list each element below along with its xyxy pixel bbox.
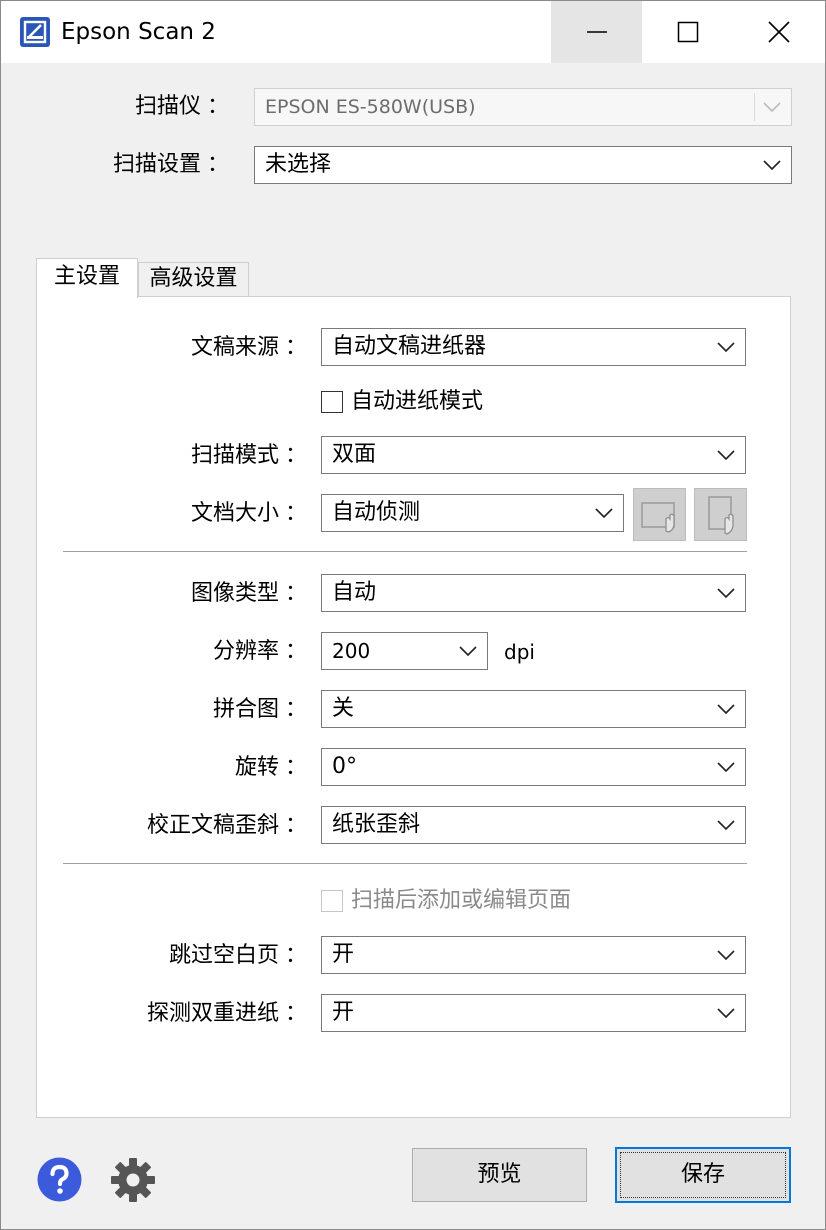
resolution-unit: dpi [504,640,535,664]
scan-mode-select[interactable]: 双面 [321,436,746,474]
scan-settings-value: 未选择 [265,152,332,177]
stitch-select[interactable]: 关 [321,690,746,728]
chevron-down-icon [459,646,477,657]
title-bar[interactable]: Epson Scan 2 [1,1,825,63]
scanner-label: 扫描仪： [134,94,229,119]
rotate-select[interactable]: 0° [321,748,746,786]
auto-feed-mode-checkbox[interactable]: 自动进纸模式 [321,387,483,417]
landscape-page-hand-icon [640,501,675,533]
image-type-value: 自动 [332,580,377,605]
chevron-down-icon [717,450,735,461]
chevron-down-icon [717,588,735,599]
auto-feed-mode-label: 自动进纸模式 [351,389,484,414]
rotate-label: 旋转： [234,755,307,780]
skip-blank-select[interactable]: 开 [321,936,746,974]
chevron-down-icon [717,342,735,353]
dropdown-separator [754,93,755,121]
checkbox-box[interactable] [321,391,343,413]
skip-blank-value: 开 [332,942,355,967]
epson-scan-app-icon [20,17,50,47]
deskew-value: 纸张歪斜 [332,812,421,837]
resolution-value: 200 [332,639,371,663]
landscape-orientation-button[interactable] [633,488,686,541]
chevron-down-icon [717,762,735,773]
window-title: Epson Scan 2 [61,19,216,45]
document-source-select[interactable]: 自动文稿进纸器 [321,328,746,366]
document-size-value: 自动侦测 [332,500,421,525]
portrait-page-hand-icon [707,495,734,535]
document-source-value: 自动文稿进纸器 [332,334,487,359]
chevron-down-icon [717,950,735,961]
rotate-value: 0° [332,754,357,779]
chevron-down-icon [717,704,735,715]
scan-settings-select[interactable]: 未选择 [254,146,792,184]
gear-icon[interactable] [109,1156,157,1204]
preview-button[interactable]: 预览 [412,1148,587,1202]
checkbox-box[interactable] [321,890,343,912]
scanner-value: EPSON ES-580W(USB) [265,96,476,118]
add-edit-pages-label: 扫描后添加或编辑页面 [351,888,572,913]
maximize-icon [677,21,698,43]
deskew-select[interactable]: 纸张歪斜 [321,806,746,844]
chevron-down-icon [595,508,613,519]
chevron-down-icon [717,820,735,831]
image-type-label: 图像类型： [190,581,307,606]
help-icon[interactable] [37,1157,82,1202]
resolution-select[interactable]: 200 [321,632,488,670]
scan-mode-label: 扫描模式： [190,443,307,468]
chevron-down-icon [763,102,781,113]
double-feed-select[interactable]: 开 [321,994,746,1032]
maximize-button[interactable] [642,1,733,63]
chevron-down-icon [717,1008,735,1019]
chevron-down-icon [763,160,781,171]
double-feed-label: 探测双重进纸： [146,1001,307,1026]
section-divider [63,863,747,864]
document-size-select[interactable]: 自动侦测 [321,494,624,532]
close-icon [767,21,790,43]
minimize-icon [586,31,607,33]
minimize-button[interactable] [551,1,642,63]
focus-rectangle [620,1152,786,1198]
add-edit-pages-checkbox[interactable]: 扫描后添加或编辑页面 [321,886,571,916]
scanner-select[interactable]: EPSON ES-580W(USB) [254,88,792,126]
portrait-orientation-button[interactable] [694,488,747,541]
image-type-select[interactable]: 自动 [321,574,746,612]
scan-settings-label: 扫描设置： [112,152,229,177]
scan-mode-value: 双面 [332,442,377,467]
double-feed-value: 开 [332,1000,355,1025]
skip-blank-label: 跳过空白页： [168,943,307,968]
deskew-label: 校正文稿歪斜： [146,813,307,838]
resolution-label: 分辨率： [212,639,307,664]
document-source-label: 文稿来源： [190,335,307,360]
section-divider [63,551,747,552]
epson-scan-window: Epson Scan 2 扫描仪： EPSON ES-580W(USB) 扫描设… [0,0,826,1230]
save-button[interactable]: 保存 [615,1147,791,1203]
tab-main-settings[interactable]: 主设置 [36,258,138,298]
stitch-value: 关 [332,696,355,721]
stitch-label: 拼合图： [212,697,307,722]
tab-advanced-settings[interactable]: 高级设置 [138,262,249,297]
close-button[interactable] [733,1,824,63]
document-size-label: 文档大小： [190,501,307,526]
